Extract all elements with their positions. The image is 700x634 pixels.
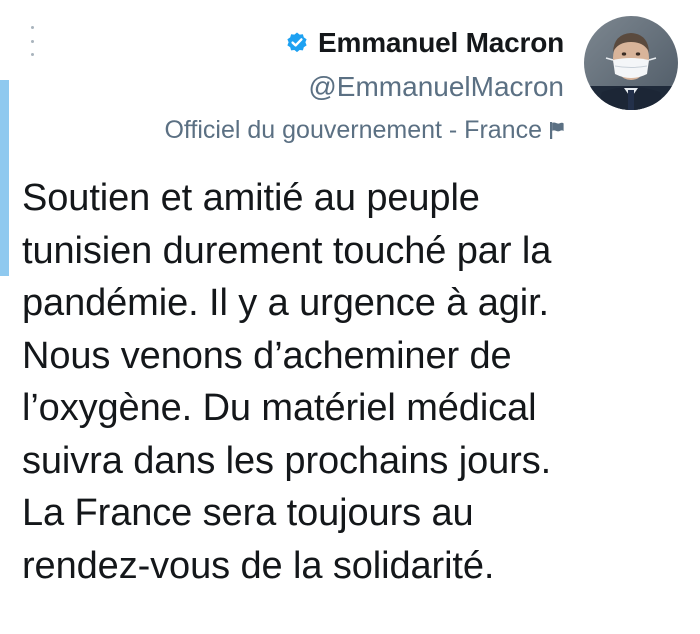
menu-dot xyxy=(30,26,34,29)
author-avatar[interactable] xyxy=(584,16,678,110)
thread-accent-bar xyxy=(0,80,9,276)
more-options-icon[interactable] xyxy=(22,26,42,56)
tweet-text: Soutien et amitié au peuple tunisien dur… xyxy=(22,177,552,587)
author-name-row[interactable]: Emmanuel Macron xyxy=(285,22,564,64)
menu-dot xyxy=(30,39,34,43)
tweet-author-header: Emmanuel Macron @EmmanuelMacron xyxy=(285,22,564,108)
verified-badge-icon xyxy=(285,31,309,55)
author-display-name[interactable]: Emmanuel Macron xyxy=(318,22,564,64)
author-handle[interactable]: @EmmanuelMacron xyxy=(285,66,564,108)
menu-dot xyxy=(30,53,34,56)
government-label[interactable]: Officiel du gouvernement - France xyxy=(164,112,566,148)
flag-icon xyxy=(548,120,566,140)
government-label-text: Officiel du gouvernement - France xyxy=(164,115,542,144)
